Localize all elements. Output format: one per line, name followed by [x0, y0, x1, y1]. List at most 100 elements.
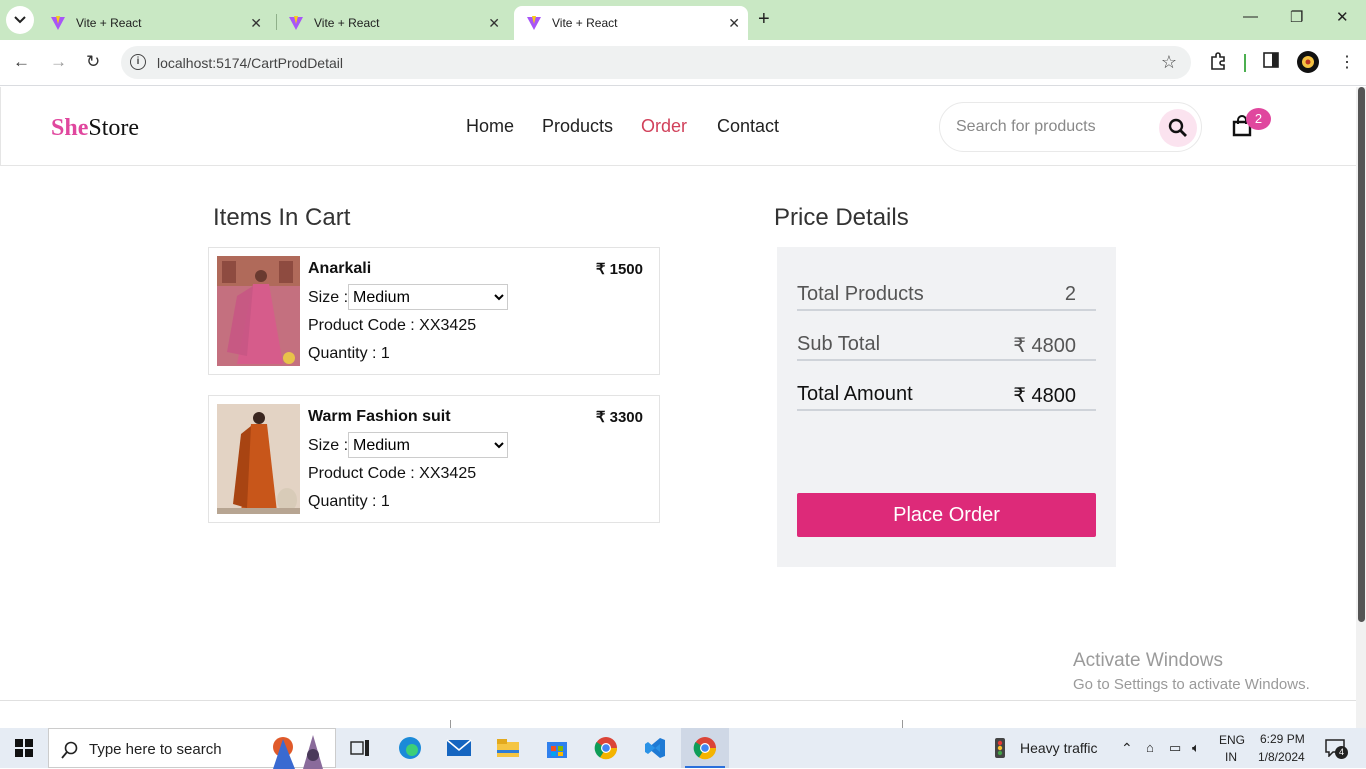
total-amount-label: Total Amount	[797, 383, 913, 405]
watermark-subtitle: Go to Settings to activate Windows.	[1073, 676, 1310, 693]
product-image	[217, 256, 300, 366]
cart-item: Warm Fashion suit ₹ 3300 Size : Medium P…	[208, 395, 660, 523]
close-tab-icon[interactable]: ✕	[728, 15, 740, 32]
total-products-label: Total Products	[797, 283, 924, 305]
footer-divider	[0, 700, 1356, 701]
omnibox[interactable]: i localhost:5174/CartProdDetail ☆	[121, 46, 1191, 79]
windows-taskbar: Type here to search Heavy traffic ⌃ ⌂ ▭ …	[0, 728, 1366, 769]
address-toolbar: ← → ↻ i localhost:5174/CartProdDetail ☆ …	[0, 40, 1366, 86]
total-products-value: 2	[1064, 283, 1076, 305]
items-in-cart-title: Items In Cart	[213, 204, 351, 231]
store-icon[interactable]	[544, 736, 570, 760]
file-explorer-icon[interactable]	[495, 736, 521, 760]
new-tab-icon[interactable]: +	[758, 8, 770, 31]
nav-order[interactable]: Order	[641, 116, 687, 137]
vscode-icon[interactable]	[642, 736, 668, 760]
clock-time[interactable]: 6:29 PM	[1260, 732, 1305, 746]
weather-text[interactable]: Heavy traffic	[1020, 740, 1098, 756]
extensions-icon[interactable]	[1209, 52, 1227, 75]
task-view-icon[interactable]	[347, 736, 373, 760]
url-text[interactable]: localhost:5174/CartProdDetail	[157, 55, 343, 71]
taskbar-search[interactable]: Type here to search	[48, 728, 336, 769]
bookmark-star-icon[interactable]: ☆	[1161, 52, 1177, 73]
browser-tab-bar: Vite + React ✕ Vite + React ✕ Vite + Rea…	[0, 0, 1366, 40]
search-input[interactable]	[956, 118, 1146, 136]
volume-icon[interactable]: 🔈︎	[1192, 740, 1200, 756]
notification-center-icon[interactable]: 4	[1325, 739, 1348, 762]
size-select[interactable]: Medium	[348, 284, 508, 310]
search-icon	[1168, 118, 1187, 137]
browser-tab-3-active[interactable]: Vite + React ✕	[514, 6, 748, 40]
total-amount-row: Total Amount ₹ 4800	[797, 381, 1096, 411]
site-header: SheStore Home Products Order Contact 2	[0, 87, 1356, 166]
search-button[interactable]	[1159, 109, 1197, 147]
language-bottom[interactable]: IN	[1225, 750, 1237, 764]
profile-avatar[interactable]	[1297, 51, 1319, 78]
store-logo[interactable]: SheStore	[51, 115, 139, 142]
product-name: Warm Fashion suit	[308, 408, 451, 425]
vertical-scrollbar[interactable]	[1356, 87, 1366, 728]
product-quantity: Quantity : 1	[308, 493, 390, 510]
traffic-icon[interactable]	[987, 736, 1013, 760]
taskbar-search-text: Type here to search	[89, 741, 222, 758]
tab-search-dropdown[interactable]	[6, 6, 34, 34]
side-panel-icon[interactable]	[1263, 52, 1279, 73]
activate-windows-watermark: Activate Windows Go to Settings to activ…	[1073, 650, 1310, 693]
language-top[interactable]: ENG	[1219, 733, 1245, 747]
meet-now-icon[interactable]: ⌂	[1146, 740, 1154, 755]
back-icon[interactable]: ←	[13, 52, 30, 72]
minimize-icon[interactable]: —	[1243, 8, 1258, 25]
search-icon	[61, 741, 78, 759]
size-select[interactable]: Medium	[348, 432, 508, 458]
clock-date[interactable]: 1/8/2024	[1258, 750, 1305, 764]
show-hidden-icons-icon[interactable]: ⌃	[1121, 740, 1133, 757]
product-price: ₹ 1500	[595, 261, 643, 278]
total-amount-value: ₹ 4800	[1013, 385, 1076, 407]
site-info-icon[interactable]: i	[130, 54, 146, 70]
forward-icon[interactable]: →	[50, 52, 67, 72]
page-content: SheStore Home Products Order Contact 2 I…	[0, 87, 1356, 728]
total-products-row: Total Products 2	[797, 281, 1096, 311]
nav-home[interactable]: Home	[466, 116, 514, 137]
windows-start-icon[interactable]	[11, 736, 37, 760]
search-box	[939, 102, 1202, 152]
tab-title: Vite + React	[76, 16, 142, 30]
vite-logo-icon	[527, 16, 541, 30]
price-details-title: Price Details	[774, 204, 909, 231]
nav-contact[interactable]: Contact	[717, 116, 779, 137]
close-window-icon[interactable]: ✕	[1336, 8, 1349, 26]
chrome-icon[interactable]	[593, 736, 619, 760]
sub-total-row: Sub Total ₹ 4800	[797, 331, 1096, 361]
product-name: Anarkali	[308, 260, 372, 277]
tab-title: Vite + React	[552, 16, 618, 30]
place-order-button[interactable]: Place Order	[797, 493, 1096, 537]
menu-kebab-icon[interactable]: ⋮	[1339, 52, 1355, 72]
product-code: Product Code : XX3425	[308, 317, 477, 334]
cart-count-badge: 2	[1246, 108, 1271, 130]
chevron-down-icon	[14, 16, 26, 24]
edge-icon[interactable]	[397, 736, 423, 760]
reload-icon[interactable]: ↻	[86, 52, 100, 72]
cart-item: Anarkali ₹ 1500 Size : Medium Product Co…	[208, 247, 660, 375]
footer-divider	[902, 720, 903, 728]
chrome-active-taskbar-button[interactable]	[681, 728, 729, 768]
mail-icon[interactable]	[446, 736, 472, 760]
close-tab-icon[interactable]: ✕	[488, 15, 500, 32]
browser-tab-2[interactable]: Vite + React ✕	[276, 6, 508, 40]
close-tab-icon[interactable]: ✕	[250, 15, 262, 32]
scrollbar-thumb[interactable]	[1358, 87, 1365, 622]
nav-products[interactable]: Products	[542, 116, 613, 137]
search-highlight-illustration	[273, 735, 323, 769]
product-code: Product Code : XX3425	[308, 465, 477, 482]
chrome-icon	[693, 737, 717, 760]
size-label: Size :	[308, 437, 349, 454]
price-details-box: Total Products 2 Sub Total ₹ 4800 Total …	[777, 247, 1116, 567]
product-image	[217, 404, 300, 514]
browser-tab-1[interactable]: Vite + React ✕	[38, 6, 270, 40]
sub-total-label: Sub Total	[797, 333, 881, 355]
vite-logo-icon	[289, 16, 303, 30]
network-icon[interactable]: ▭	[1169, 740, 1181, 756]
logo-store: Store	[88, 115, 140, 141]
tab-title: Vite + React	[314, 16, 380, 30]
restore-icon[interactable]: ❐	[1290, 8, 1303, 26]
